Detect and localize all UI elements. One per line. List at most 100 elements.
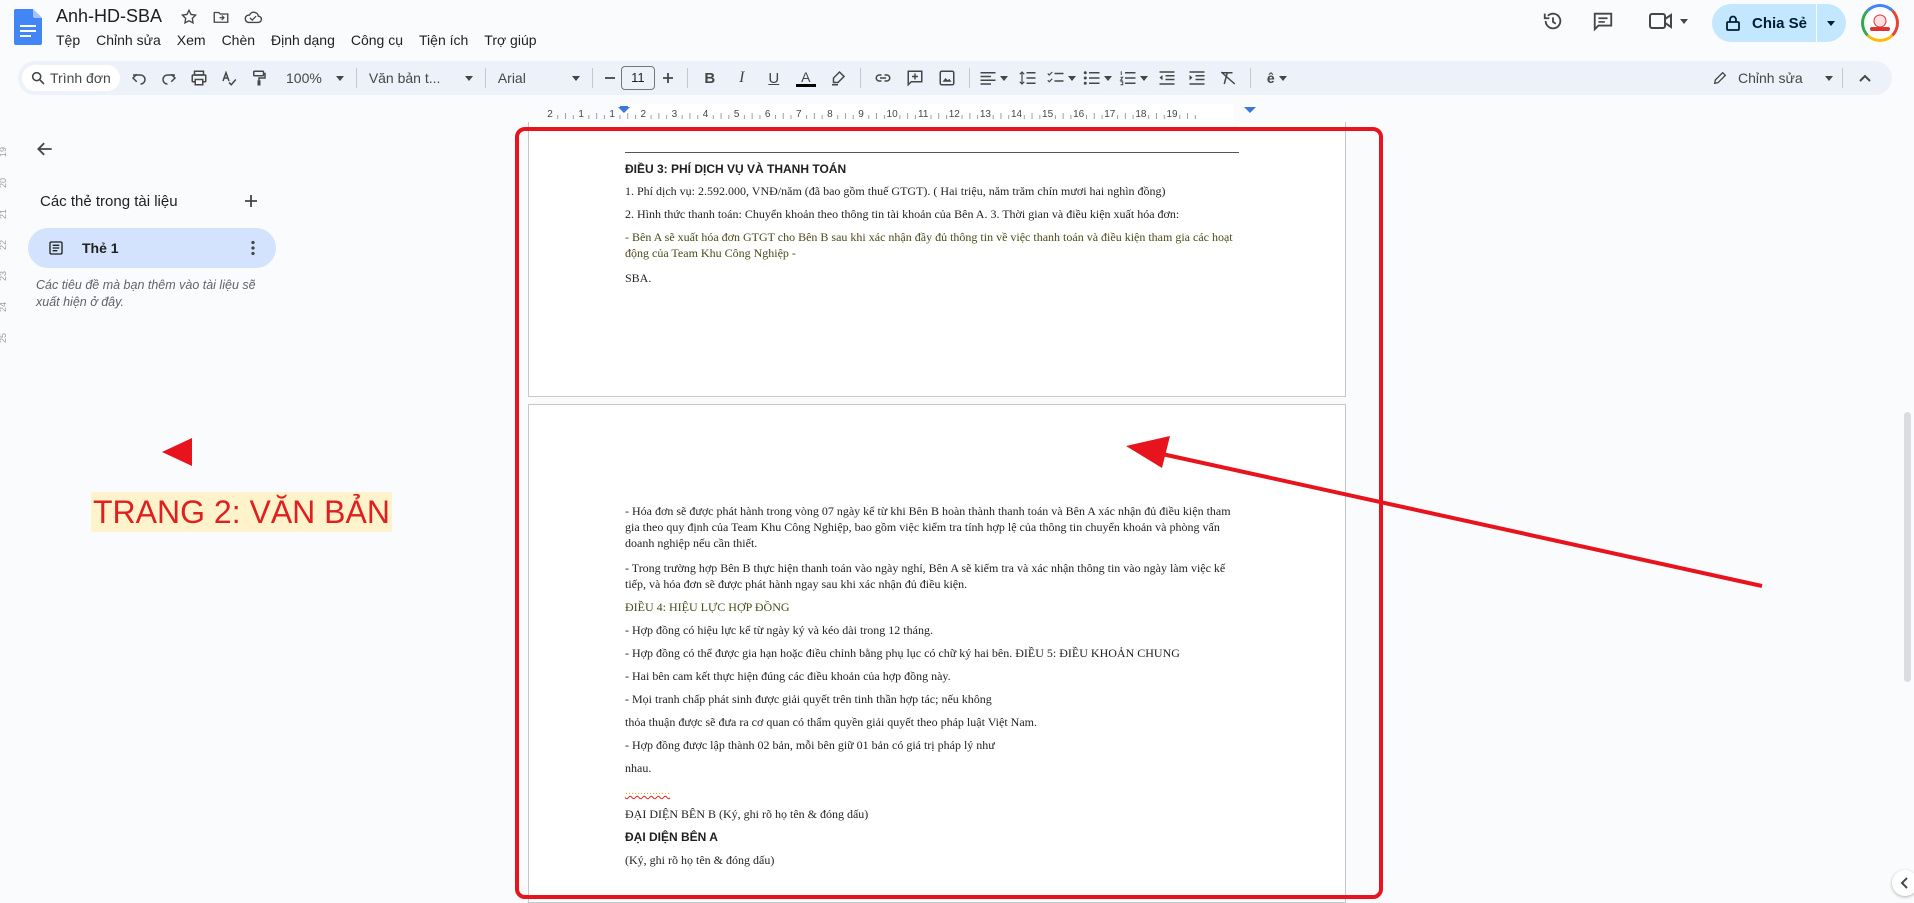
undo-icon[interactable] <box>124 65 154 91</box>
spellcheck-icon[interactable] <box>214 65 244 91</box>
redo-icon[interactable] <box>154 65 184 91</box>
share-dropdown-icon[interactable] <box>1827 21 1835 26</box>
menu-edit[interactable]: Chỉnh sửa <box>88 30 169 50</box>
ruler-tick-label: 9 <box>858 109 864 120</box>
cloud-saved-icon[interactable] <box>242 6 264 28</box>
style-dropdown[interactable]: Văn bản t... <box>363 65 479 91</box>
underline-icon[interactable]: U <box>758 65 790 91</box>
ruler-tick-label: 16 <box>1073 109 1085 120</box>
avatar[interactable] <box>1861 4 1899 42</box>
vertical-ruler-label: 23 <box>0 271 8 281</box>
editing-mode-dropdown[interactable]: Chỉnh sửa <box>1706 65 1839 91</box>
vertical-ruler-label: 20 <box>0 178 8 188</box>
meet-video-icon[interactable] <box>1648 10 1688 32</box>
comment-icon[interactable] <box>1592 10 1614 32</box>
back-arrow-icon[interactable] <box>34 138 56 160</box>
ruler-tick-label: 2 <box>641 109 647 120</box>
align-dropdown-icon[interactable] <box>976 65 1012 91</box>
ruler-tick-label: 19 <box>1166 109 1178 120</box>
ruler-tick-label: 7 <box>796 109 802 120</box>
document-tabs-heading: Các thẻ trong tài liệu <box>40 193 178 210</box>
ruler-tick-label: 1 <box>609 109 615 120</box>
bulleted-list-icon[interactable] <box>1080 65 1116 91</box>
ruler-tick-label: 12 <box>949 109 961 120</box>
vertical-ruler-label: 22 <box>0 240 8 250</box>
menu-format[interactable]: Định dạng <box>263 30 343 50</box>
menu-view[interactable]: Xem <box>169 30 214 50</box>
line-spacing-icon[interactable] <box>1012 65 1044 91</box>
ruler-tick-label: 4 <box>703 109 709 120</box>
menu-bar: Tệp Chỉnh sửa Xem Chèn Định dạng Công cụ… <box>56 30 545 50</box>
italic-icon[interactable]: I <box>726 65 758 91</box>
vertical-ruler-label: 24 <box>0 302 8 312</box>
input-tools-icon[interactable]: ê <box>1257 65 1297 91</box>
style-value: Văn bản t... <box>368 70 441 86</box>
ruler-tick-label: 3 <box>672 109 678 120</box>
sidebar-hint: Các tiêu đề mà bạn thêm vào tài liệu sẽ … <box>36 278 256 309</box>
increase-indent-icon[interactable] <box>1182 65 1212 91</box>
collapse-menus-icon[interactable] <box>1852 65 1878 91</box>
search-placeholder: Trình đơn <box>50 70 111 86</box>
search-menus-input[interactable]: Trình đơn <box>22 65 120 91</box>
ruler-tick-label: 5 <box>734 109 740 120</box>
annotation-triangle <box>162 438 192 466</box>
text-color-icon[interactable]: A <box>790 65 822 91</box>
ruler-tick-label: 14 <box>1011 109 1023 120</box>
editing-mode-value: Chỉnh sửa <box>1738 70 1803 86</box>
decrease-indent-icon[interactable] <box>1152 65 1182 91</box>
ruler-tick-label: 13 <box>980 109 992 120</box>
vertical-ruler[interactable]: 19 20 21 22 23 24 25 <box>0 122 12 402</box>
star-icon[interactable] <box>178 6 200 28</box>
pencil-icon <box>1713 71 1727 85</box>
menu-file[interactable]: Tệp <box>56 30 88 50</box>
scrollbar-thumb[interactable] <box>1904 412 1911 682</box>
menu-extensions[interactable]: Tiện ích <box>411 30 476 50</box>
version-history-icon[interactable] <box>1542 10 1564 32</box>
sidebar-tab-1[interactable]: Thẻ 1 <box>28 228 276 268</box>
document-tab-icon <box>49 241 63 255</box>
font-size-input[interactable]: 11 <box>620 66 655 90</box>
paint-format-icon[interactable] <box>244 65 274 91</box>
menu-help[interactable]: Trợ giúp <box>476 30 544 50</box>
add-tab-icon[interactable] <box>240 190 262 212</box>
font-value: Arial <box>497 70 526 86</box>
insert-link-icon[interactable] <box>867 65 899 91</box>
top-bar: Anh-HD-SBA Tệp Chỉnh sửa Xem Chèn Định d… <box>0 0 1914 56</box>
zoom-value: 100% <box>286 70 322 86</box>
checklist-icon[interactable] <box>1044 65 1080 91</box>
google-docs-logo-icon[interactable] <box>14 9 42 45</box>
menu-insert[interactable]: Chèn <box>214 30 263 50</box>
search-icon <box>31 71 45 85</box>
ruler-tick-label: 8 <box>827 109 833 120</box>
ruler-tick-label: 10 <box>887 109 899 120</box>
menu-tools[interactable]: Công cụ <box>343 30 411 50</box>
bold-icon[interactable]: B <box>694 65 726 91</box>
zoom-dropdown[interactable]: 100% <box>280 65 350 91</box>
more-options-icon[interactable] <box>242 237 264 264</box>
ruler-tick-label: 1 <box>578 109 584 120</box>
tab-1-label: Thẻ 1 <box>82 240 119 256</box>
ruler-tick-label: 11 <box>918 109 929 120</box>
insert-image-icon[interactable] <box>931 65 963 91</box>
increase-font-size-icon[interactable] <box>655 65 681 91</box>
annotation-arrow <box>1126 436 1763 588</box>
vertical-ruler-label: 21 <box>0 209 8 219</box>
formatting-toolbar: Trình đơn 100% Văn bản t... Arial 11 B I… <box>18 61 1892 95</box>
horizontal-ruler[interactable]: 2 1 1 2 3 4 5 6 7 8 9 10 11 12 13 14 15 16 17 18 19 <box>520 104 1350 122</box>
numbered-list-icon[interactable] <box>1116 65 1152 91</box>
share-button[interactable]: Chia Sẻ <box>1712 4 1846 42</box>
add-comment-icon[interactable] <box>899 65 931 91</box>
clear-formatting-icon[interactable] <box>1212 65 1244 91</box>
font-dropdown[interactable]: Arial <box>492 65 586 91</box>
move-folder-icon[interactable] <box>210 6 232 28</box>
decrease-font-size-icon[interactable] <box>599 65 621 91</box>
print-icon[interactable] <box>184 65 214 91</box>
vertical-ruler-label: 19 <box>0 147 8 157</box>
highlight-color-icon[interactable] <box>822 65 854 91</box>
side-panel-toggle[interactable] <box>1892 870 1914 896</box>
ruler-tick-label: 6 <box>765 109 771 120</box>
ruler-tick-label: 18 <box>1135 109 1147 120</box>
ruler-tick-label: 17 <box>1104 109 1116 120</box>
lock-icon <box>1726 15 1740 31</box>
document-title[interactable]: Anh-HD-SBA <box>56 6 162 27</box>
